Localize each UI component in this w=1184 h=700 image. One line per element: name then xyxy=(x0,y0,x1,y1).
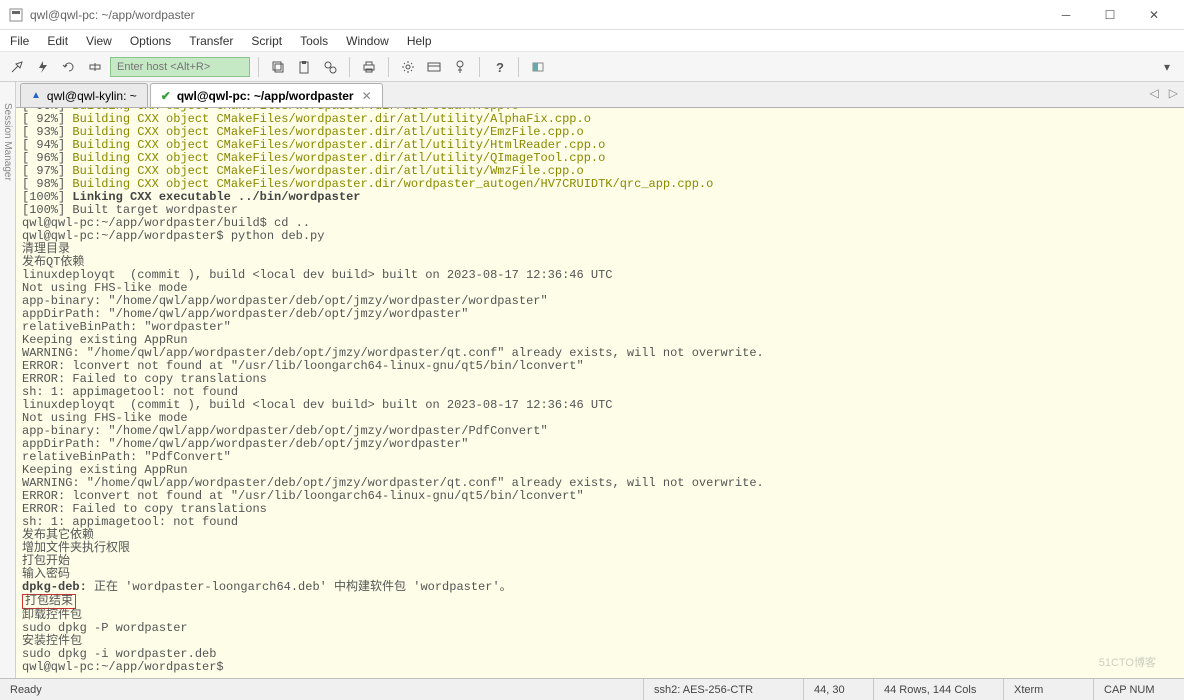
session-manager-tab[interactable]: Session Manager xyxy=(0,82,16,202)
tabs-row: ▲ qwl@qwl-kylin: ~ ✔ qwl@qwl-pc: ~/app/w… xyxy=(0,82,1184,108)
minimize-button[interactable]: ─ xyxy=(1044,1,1088,29)
menu-help[interactable]: Help xyxy=(407,34,432,48)
menu-file[interactable]: File xyxy=(10,34,29,48)
status-connection: ssh2: AES-256-CTR xyxy=(644,679,804,700)
tab-label: qwl@qwl-kylin: ~ xyxy=(47,89,137,103)
terminal-area: [ 90%] Building CXX object CMakeFiles/wo… xyxy=(0,108,1184,678)
reconnect-icon[interactable] xyxy=(58,56,80,78)
status-cursor: 44, 30 xyxy=(804,679,874,700)
separator xyxy=(349,57,350,77)
menu-transfer[interactable]: Transfer xyxy=(189,34,233,48)
paste-icon[interactable] xyxy=(293,56,315,78)
menu-tools[interactable]: Tools xyxy=(300,34,328,48)
connect-icon[interactable] xyxy=(6,56,28,78)
check-icon: ✔ xyxy=(161,89,171,103)
app-icon xyxy=(8,7,24,23)
maximize-button[interactable]: ☐ xyxy=(1088,1,1132,29)
status-ready: Ready xyxy=(0,679,644,700)
tab-nav: ◁ ▷ xyxy=(1150,86,1178,100)
menu-bar: File Edit View Options Transfer Script T… xyxy=(0,30,1184,52)
menu-script[interactable]: Script xyxy=(251,34,282,48)
copy-icon[interactable] xyxy=(267,56,289,78)
menu-options[interactable]: Options xyxy=(130,34,171,48)
toolbar-menu-icon[interactable]: ▾ xyxy=(1156,56,1178,78)
status-caps: CAP NUM xyxy=(1094,679,1184,700)
window-controls: ─ ☐ ✕ xyxy=(1044,1,1176,29)
keymap-icon[interactable] xyxy=(449,56,471,78)
menu-edit[interactable]: Edit xyxy=(47,34,68,48)
settings-icon[interactable] xyxy=(397,56,419,78)
warning-icon: ▲ xyxy=(31,90,41,101)
status-size: 44 Rows, 144 Cols xyxy=(874,679,1004,700)
disconnect-icon[interactable] xyxy=(84,56,106,78)
quick-connect-icon[interactable] xyxy=(32,56,54,78)
terminal[interactable]: [ 90%] Building CXX object CMakeFiles/wo… xyxy=(16,108,1184,678)
tab-wordpaster[interactable]: ✔ qwl@qwl-pc: ~/app/wordpaster ✕ xyxy=(150,83,383,107)
toggle-icon[interactable] xyxy=(527,56,549,78)
status-bar: Ready ssh2: AES-256-CTR 44, 30 44 Rows, … xyxy=(0,678,1184,700)
menu-view[interactable]: View xyxy=(86,34,112,48)
status-term: Xterm xyxy=(1004,679,1094,700)
host-input[interactable] xyxy=(110,57,250,77)
watermark: 51CTO博客 xyxy=(1099,654,1156,670)
print-icon[interactable] xyxy=(358,56,380,78)
window-title: qwl@qwl-pc: ~/app/wordpaster xyxy=(30,8,1044,22)
tab-prev-icon[interactable]: ◁ xyxy=(1150,86,1159,100)
close-button[interactable]: ✕ xyxy=(1132,1,1176,29)
toolbar: ? ▾ xyxy=(0,52,1184,82)
tab-label: qwl@qwl-pc: ~/app/wordpaster xyxy=(177,89,354,103)
find-icon[interactable] xyxy=(319,56,341,78)
menu-window[interactable]: Window xyxy=(346,34,389,48)
close-tab-icon[interactable]: ✕ xyxy=(362,89,372,103)
help-icon[interactable]: ? xyxy=(488,56,510,78)
tab-kylin[interactable]: ▲ qwl@qwl-kylin: ~ xyxy=(20,83,148,107)
tab-next-icon[interactable]: ▷ xyxy=(1169,86,1178,100)
separator xyxy=(518,57,519,77)
title-bar: qwl@qwl-pc: ~/app/wordpaster ─ ☐ ✕ xyxy=(0,0,1184,30)
separator xyxy=(388,57,389,77)
separator xyxy=(258,57,259,77)
svg-text:?: ? xyxy=(496,60,504,74)
separator xyxy=(479,57,480,77)
session-options-icon[interactable] xyxy=(423,56,445,78)
